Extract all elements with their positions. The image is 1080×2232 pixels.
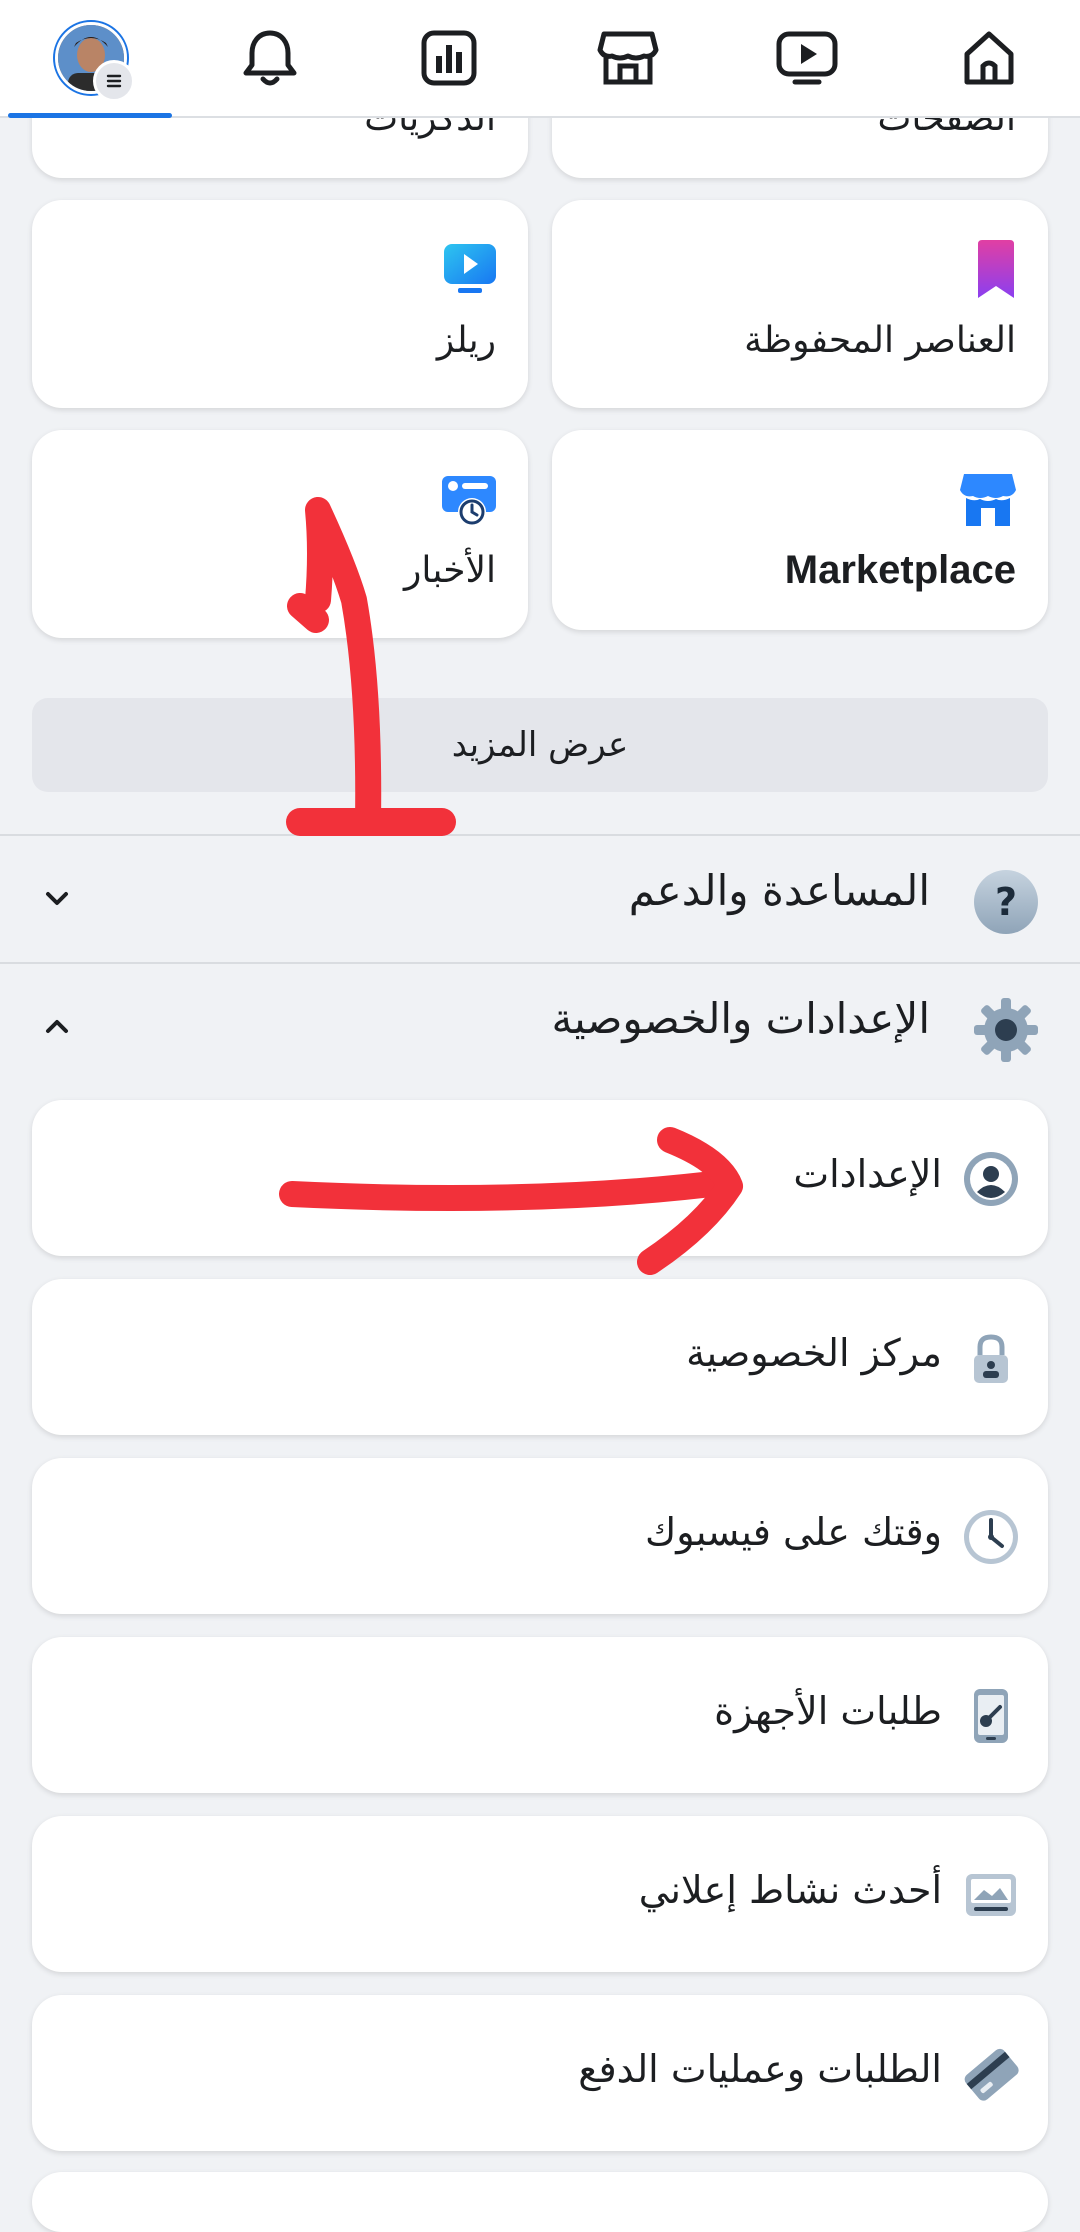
- question-icon: ?: [972, 868, 1040, 936]
- marketplace-store-icon: [958, 470, 1018, 532]
- shortcut-label: ريلز: [436, 320, 496, 361]
- section-settings-privacy[interactable]: الإعدادات والخصوصية: [0, 964, 1080, 1090]
- shortcut-label: الأخبار: [403, 550, 496, 591]
- list-item-ad-activity[interactable]: أحدث نشاط إعلاني: [32, 1816, 1048, 1972]
- list-item-time-on-facebook[interactable]: وقتك على فيسبوك: [32, 1458, 1048, 1614]
- list-item-label: طلبات الأجهزة: [714, 1689, 942, 1733]
- shortcut-label: العناصر المحفوظة: [744, 320, 1016, 361]
- phone-key-icon: [962, 1687, 1020, 1745]
- home-icon[interactable]: [944, 18, 1034, 98]
- shortcut-label: Marketplace: [784, 548, 1016, 592]
- user-circle-icon: [962, 1150, 1020, 1208]
- list-item-label: أحدث نشاط إعلاني: [638, 1868, 942, 1912]
- bell-icon[interactable]: [225, 18, 315, 98]
- see-more-button[interactable]: عرض المزيد: [32, 698, 1048, 792]
- menu-icon: [93, 60, 135, 102]
- list-item-partial[interactable]: [32, 2172, 1048, 2232]
- shortcut-card-marketplace[interactable]: Marketplace: [552, 430, 1048, 630]
- store-icon[interactable]: [583, 18, 673, 98]
- gear-icon: [972, 996, 1040, 1064]
- list-item-orders-payments[interactable]: الطلبات وعمليات الدفع: [32, 1995, 1048, 2151]
- top-navigation-bar: [0, 0, 1080, 118]
- news-feeds-icon: [440, 472, 498, 534]
- list-item-label: وقتك على فيسبوك: [644, 1510, 942, 1554]
- chevron-up-icon[interactable]: [40, 1010, 74, 1044]
- tab-profile-menu[interactable]: [46, 18, 136, 102]
- list-item-label: الإعدادات: [793, 1152, 942, 1196]
- section-title: الإعدادات والخصوصية: [551, 994, 931, 1043]
- chevron-down-icon[interactable]: [40, 882, 74, 916]
- bar-chart-icon[interactable]: [404, 18, 494, 98]
- list-item-label: الطلبات وعمليات الدفع: [578, 2047, 942, 2091]
- shortcut-card-news[interactable]: الأخبار: [32, 430, 528, 638]
- svg-text:?: ?: [995, 880, 1017, 924]
- ad-activity-icon: [962, 1866, 1020, 1924]
- payment-card-icon: [962, 2045, 1020, 2103]
- active-tab-indicator: [8, 113, 172, 118]
- clock-icon: [962, 1508, 1020, 1566]
- bookmark-icon: [974, 240, 1018, 304]
- list-item-label: مركز الخصوصية: [686, 1331, 942, 1375]
- shortcut-card-saved[interactable]: العناصر المحفوظة: [552, 200, 1048, 408]
- shortcut-card-reels[interactable]: ريلز: [32, 200, 528, 408]
- list-item-settings[interactable]: الإعدادات: [32, 1100, 1048, 1256]
- play-icon[interactable]: [762, 18, 852, 98]
- list-item-privacy-center[interactable]: مركز الخصوصية: [32, 1279, 1048, 1435]
- section-title: المساعدة والدعم: [628, 866, 930, 915]
- reels-icon: [442, 240, 498, 300]
- section-help-support[interactable]: ? المساعدة والدعم: [0, 836, 1080, 962]
- avatar: [53, 20, 135, 102]
- lock-icon: [962, 1329, 1020, 1387]
- list-item-device-requests[interactable]: طلبات الأجهزة: [32, 1637, 1048, 1793]
